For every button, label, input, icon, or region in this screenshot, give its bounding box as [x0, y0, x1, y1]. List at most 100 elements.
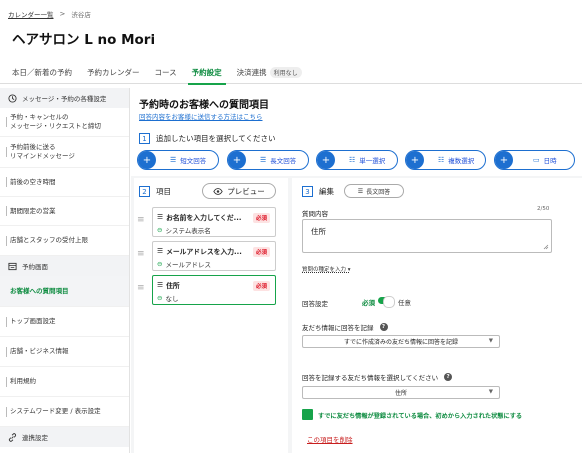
page-title: ヘアサロン L no Mori	[12, 32, 156, 48]
question-mapping: なし	[165, 295, 179, 303]
button-label: 複数選択	[448, 157, 475, 165]
sidebar-item-limited-hours[interactable]: 期間限定の営業	[0, 197, 129, 226]
answer-setting-label: 回答設定	[302, 300, 328, 308]
step3-header: 3 編集	[302, 186, 334, 197]
content-label: 質問内容	[302, 210, 328, 218]
plus-icon: +	[228, 151, 246, 169]
breadcrumb: カレンダー一覧 > 渋谷店	[8, 9, 91, 19]
section-title: 予約時のお客様への質問項目	[139, 100, 269, 111]
delete-question-link[interactable]: この項目を削除	[307, 434, 353, 444]
preview-button[interactable]: プレビュー	[202, 183, 276, 199]
prefill-checkbox[interactable]	[302, 409, 313, 420]
type-label: 長文回答	[366, 188, 391, 196]
friend-field-select[interactable]: 住所 ▼	[302, 386, 500, 399]
sidebar-item-capacity[interactable]: 店舗とスタッフの受付上限	[0, 226, 129, 256]
question-mapping: メールアドレス	[165, 261, 211, 269]
question-title: メールアドレスを入力...	[166, 248, 242, 256]
single-choice-icon: ☷	[349, 156, 356, 164]
label-text: 友だち情報に回答を記録	[302, 324, 374, 332]
long-text-icon: ☰	[260, 156, 267, 164]
help-icon[interactable]: ?	[379, 323, 388, 331]
tab-label: コース	[154, 68, 177, 77]
question-card[interactable]: ☰ お名前を入力してくだ... 必須 ⊖ システム表示名	[152, 207, 276, 237]
send-answers-help-link[interactable]: 回答内容をお客様に送信する方法はこちら	[139, 111, 263, 121]
step-number: 1	[139, 133, 150, 144]
char-counter: 2/50	[537, 206, 550, 212]
sidebar-item-system-words[interactable]: システムワード変更 / 表示設定	[0, 397, 129, 427]
question-mapping: システム表示名	[165, 227, 211, 235]
link-icon: ⊖	[157, 294, 163, 302]
select-value: すでに作成済みの友だち情報に回答を記録	[343, 339, 459, 346]
add-short-answer-button[interactable]: + ☰ 短文回答	[137, 150, 219, 170]
help-icon[interactable]: ?	[444, 373, 453, 381]
drag-handle-icon[interactable]: ≡	[137, 284, 147, 293]
add-multi-choice-button[interactable]: + ☷ 複数選択	[405, 150, 486, 170]
button-label: 長文回答	[270, 157, 297, 165]
tab-payment[interactable]: 決済連携 利用なし	[233, 64, 306, 84]
add-long-answer-button[interactable]: + ☰ 長文回答	[227, 150, 309, 170]
breadcrumb-calendar-list[interactable]: カレンダー一覧	[8, 9, 54, 19]
sidebar-item-cancel-messages[interactable]: 予約・キャンセルの メッセージ・リクエストと締切	[0, 108, 129, 137]
required-badge: 必須	[252, 213, 270, 223]
sidebar-item-label: 予約・キャンセルの	[10, 113, 69, 121]
input-value: 住所	[311, 227, 326, 236]
sidebar-item-business-info[interactable]: 店舗・ビジネス情報	[0, 337, 129, 367]
resize-handle-icon[interactable]	[543, 244, 549, 250]
sidebar-item-label: メッセージ・リクエストと締切	[10, 122, 101, 130]
sidebar-item-reminder[interactable]: 予約前後に送る リマインドメッセージ	[0, 137, 129, 168]
sidebar-item-questions[interactable]: お客様への質問項目	[0, 276, 129, 307]
sidebar-item-label: お客様への質問項目	[10, 286, 69, 295]
short-text-icon: ☰	[170, 156, 177, 164]
required-toggle[interactable]	[378, 295, 395, 308]
multi-choice-icon: ☷	[438, 156, 445, 164]
sidebar-item-label: 予約前後に送る	[10, 143, 56, 151]
advanced-settings-link[interactable]: 質問の種定を入力 ▾	[302, 265, 351, 273]
sidebar-section-integrations[interactable]: 連携設定	[0, 427, 129, 447]
label-text: 回答を記録する友だち情報を選択してください	[302, 374, 439, 382]
prefill-label: すでに友だち情報が登録されている場合、初めから入力された状態にする	[318, 413, 523, 420]
add-datetime-button[interactable]: + ▭ 日時	[494, 150, 575, 170]
tab-reservation-settings[interactable]: 予約設定	[187, 64, 226, 85]
sidebar-section-reservation-page: 予約画面	[0, 256, 129, 276]
drag-handle-icon[interactable]: ≡	[137, 250, 147, 259]
plus-icon: +	[406, 151, 424, 169]
drag-handle-icon[interactable]: ≡	[137, 216, 147, 225]
layout-icon	[8, 262, 17, 270]
tab-calendar[interactable]: 予約カレンダー	[83, 64, 144, 84]
sidebar-item-terms[interactable]: 利用規約	[0, 367, 129, 397]
step-label: 追加したい項目を選択してください	[156, 134, 276, 143]
sidebar-item-buffer-time[interactable]: 前後の空き時間	[0, 168, 129, 197]
question-content-input[interactable]: 住所	[302, 219, 552, 253]
step-number: 3	[302, 186, 313, 197]
tab-courses[interactable]: コース	[151, 64, 181, 84]
friend-field-label: 回答を記録する友だち情報を選択してください ?	[302, 372, 453, 382]
select-value: 住所	[394, 390, 407, 397]
friend-record-select[interactable]: すでに作成済みの友だち情報に回答を記録 ▼	[302, 335, 500, 348]
short-text-icon: ☰	[157, 247, 164, 255]
question-title: 住所	[166, 282, 180, 290]
clock-icon	[8, 93, 17, 103]
payment-status-badge: 利用なし	[269, 67, 302, 78]
step-label: 編集	[319, 187, 334, 196]
sidebar-item-label: システムワード変更 / 表示設定	[10, 407, 101, 415]
eye-icon	[213, 187, 223, 195]
question-title: お名前を入力してくだ...	[166, 214, 242, 222]
sidebar-item-top-page[interactable]: トップ画面設定	[0, 307, 129, 337]
add-single-choice-button[interactable]: + ☷ 単一選択	[316, 150, 398, 170]
sidebar-item-label: リマインドメッセージ	[10, 152, 75, 160]
sidebar-item-label: 利用規約	[10, 377, 36, 385]
breadcrumb-separator: >	[59, 10, 66, 18]
tab-today[interactable]: 本日／新着の予約	[8, 64, 76, 84]
step-number: 2	[139, 186, 150, 197]
tab-label: 本日／新着の予約	[12, 68, 72, 77]
question-card[interactable]: ☰ メールアドレスを入力... 必須 ⊖ メールアドレス	[152, 241, 276, 271]
required-badge: 必須	[252, 281, 270, 291]
step2-header: 2 項目	[139, 186, 171, 197]
button-label: プレビュー	[227, 186, 265, 196]
question-card-selected[interactable]: ☰ 住所 必須 ⊖ なし	[152, 275, 276, 305]
plus-icon: +	[495, 151, 513, 169]
tab-bar: 本日／新着の予約 予約カレンダー コース 予約設定 決済連携 利用なし	[0, 64, 582, 85]
breadcrumb-current: 渋谷店	[71, 11, 91, 19]
link-icon: ⊖	[157, 260, 163, 268]
button-label: 単一選択	[359, 157, 386, 165]
